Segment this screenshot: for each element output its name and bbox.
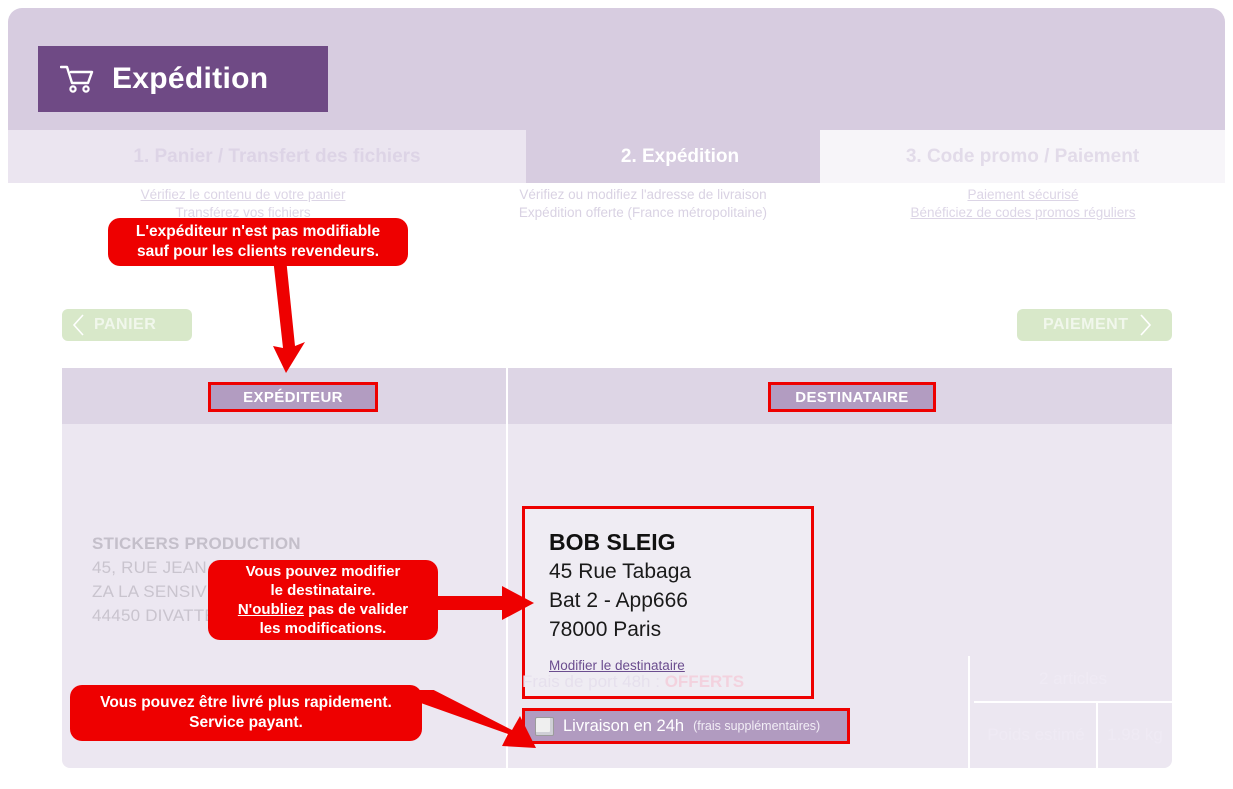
shipping-fee-value: OFFERTS xyxy=(664,672,745,691)
sender-name: STICKERS PRODUCTION xyxy=(92,534,301,553)
recipient-line-2: Bat 2 - App666 xyxy=(549,589,688,612)
annotation-2-line-2: le destinataire. xyxy=(270,581,376,599)
chevron-left-icon xyxy=(72,314,84,336)
step-3-note-2[interactable]: Bénéficiez de codes promos réguliers xyxy=(838,204,1208,222)
express-delivery-note: (frais supplémentaires) xyxy=(693,719,821,733)
annotation-arrow-to-sender-header-icon xyxy=(273,258,305,373)
annotation-arrow-to-edit-recipient-icon xyxy=(424,586,534,620)
step-1-note-1[interactable]: Vérifiez le contenu de votre panier xyxy=(28,186,458,204)
express-delivery-label: Livraison en 24h xyxy=(563,716,685,735)
step-3-paiement[interactable]: 3. Code promo / Paiement xyxy=(820,130,1225,183)
summary-weight-value-cell: 1.98 kg xyxy=(1098,702,1172,768)
page-header-band: Expédition xyxy=(8,8,1225,130)
annotation-2-line-3: N'oubliez pas de valider xyxy=(238,600,408,619)
annotation-2-line-1: Vous pouvez modifier xyxy=(245,562,401,580)
annotation-2-line-4: les modifications. xyxy=(259,620,387,638)
expedition-page: Expédition 1. Panier / Transfert des fic… xyxy=(0,0,1233,789)
annotation-1-line-2: sauf pour les clients revendeurs. xyxy=(136,243,380,260)
step-1-notes: Vérifiez le contenu de votre panier Tran… xyxy=(28,186,458,222)
annotation-3-line-2: Service payant. xyxy=(189,714,303,731)
annotation-faster-delivery: Vous pouvez être livré plus rapidement. … xyxy=(70,685,422,741)
summary-weight-label-cell: Poids estimé xyxy=(974,702,1098,768)
step-3-note-1[interactable]: Paiement sécurisé xyxy=(838,186,1208,204)
shipping-table-header: EXPÉDITEUR DESTINATAIRE xyxy=(62,368,1172,424)
summary-articles-cell: 2 articles xyxy=(974,656,1172,702)
summary-articles-value: 2 articles xyxy=(1038,669,1108,688)
step-3-label: 3. Code promo / Paiement xyxy=(905,145,1140,167)
go-to-payment-label: PAIEMENT xyxy=(1043,316,1129,333)
chevron-right-icon xyxy=(1140,314,1152,336)
step-1-label: 1. Panier / Transfert des fichiers xyxy=(133,145,421,167)
annotation-2-line-3-rest: pas de valider xyxy=(303,601,409,618)
annotation-edit-recipient: Vous pouvez modifier le destinataire. N'… xyxy=(208,560,438,640)
recipient-line-1: 45 Rue Tabaga xyxy=(549,560,692,583)
go-to-payment-button[interactable]: PAIEMENT xyxy=(1017,309,1172,341)
back-to-cart-button[interactable]: PANIER xyxy=(62,309,192,341)
recipient-column-header: DESTINATAIRE xyxy=(768,382,936,412)
step-2-expedition[interactable]: 2. Expédition xyxy=(526,130,834,183)
step-1-panier[interactable]: 1. Panier / Transfert des fichiers xyxy=(8,130,546,183)
shipping-fee-text: Frais de port 48h : OFFERTS xyxy=(522,672,744,692)
sender-column-header: EXPÉDITEUR xyxy=(208,382,378,412)
recipient-column-header-label: DESTINATAIRE xyxy=(795,388,909,406)
annotation-2-line-3-underlined: N'oubliez xyxy=(237,601,304,618)
recipient-name: BOB SLEIG xyxy=(549,529,676,555)
annotation-sender-not-editable: L'expéditeur n'est pas modifiable sauf p… xyxy=(108,218,408,266)
annotation-arrow-to-express-option-icon xyxy=(410,690,536,748)
summary-divider xyxy=(968,656,970,768)
summary-weight-label: Poids estimé xyxy=(987,725,1085,744)
step-2-label: 2. Expédition xyxy=(620,145,740,167)
sender-column-header-label: EXPÉDITEUR xyxy=(243,388,343,406)
step-3-notes: Paiement sécurisé Bénéficiez de codes pr… xyxy=(838,186,1208,222)
step-2-notes: Vérifiez ou modifiez l'adresse de livrai… xyxy=(478,186,808,222)
summary-weight-value: 1.98 kg xyxy=(1107,725,1163,744)
page-title: Expédition xyxy=(112,62,269,95)
annotation-3-line-1: Vous pouvez être livré plus rapidement. xyxy=(100,694,392,712)
back-to-cart-label: PANIER xyxy=(94,316,157,333)
step-2-note-1: Vérifiez ou modifiez l'adresse de livrai… xyxy=(519,187,767,202)
page-title-chip: Expédition xyxy=(38,46,328,112)
annotation-1-line-1: L'expéditeur n'est pas modifiable xyxy=(135,223,381,241)
shopping-cart-icon xyxy=(60,65,94,93)
checkout-steps: 1. Panier / Transfert des fichiers 2. Ex… xyxy=(8,130,1225,183)
header-divider xyxy=(506,368,508,424)
shipping-fee-label: Frais de port 48h : xyxy=(522,672,660,691)
step-2-note-2: Expédition offerte (France métropolitain… xyxy=(518,205,768,220)
recipient-line-3: 78000 Paris xyxy=(549,618,662,641)
express-delivery-option[interactable]: Livraison en 24h (frais supplémentaires) xyxy=(522,708,850,744)
